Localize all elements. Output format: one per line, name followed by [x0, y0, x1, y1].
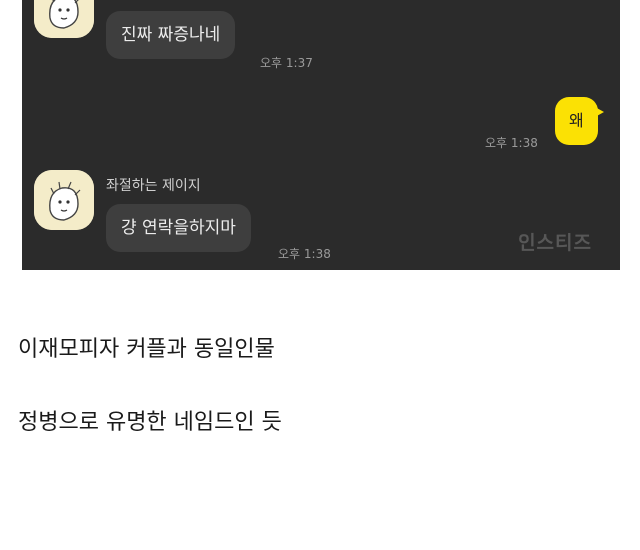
- message-timestamp: 오후 1:38: [485, 136, 538, 150]
- message-timestamp: 오후 1:38: [278, 247, 331, 261]
- message-text: 걍 연락을하지마: [121, 218, 236, 238]
- sender-name: 좌절하는 제이지: [106, 178, 201, 194]
- message-timestamp: 오후 1:37: [260, 56, 313, 70]
- outgoing-message-bubble[interactable]: 왜: [555, 97, 604, 145]
- profile-avatar[interactable]: [34, 0, 94, 38]
- incoming-message-bubble[interactable]: 걍 연락을하지마: [106, 204, 251, 252]
- avatar-illustration-icon: [34, 0, 94, 38]
- message-text: 진짜 짜증나네: [121, 25, 221, 45]
- chat-screenshot: 진짜 짜증나네 오후 1:37 왜 오후 1:38 좌절하는 제이지 걍 연락을…: [22, 0, 620, 270]
- watermark: 인스티즈: [518, 232, 592, 254]
- message-text: 왜: [569, 111, 584, 130]
- avatar-illustration-icon: [34, 170, 94, 230]
- caption-text: 정병으로 유명한 네임드인 듯: [18, 410, 282, 435]
- incoming-message-bubble[interactable]: 진짜 짜증나네: [106, 11, 236, 59]
- profile-avatar[interactable]: [34, 170, 94, 230]
- caption-text: 이재모피자 커플과 동일인물: [18, 337, 275, 362]
